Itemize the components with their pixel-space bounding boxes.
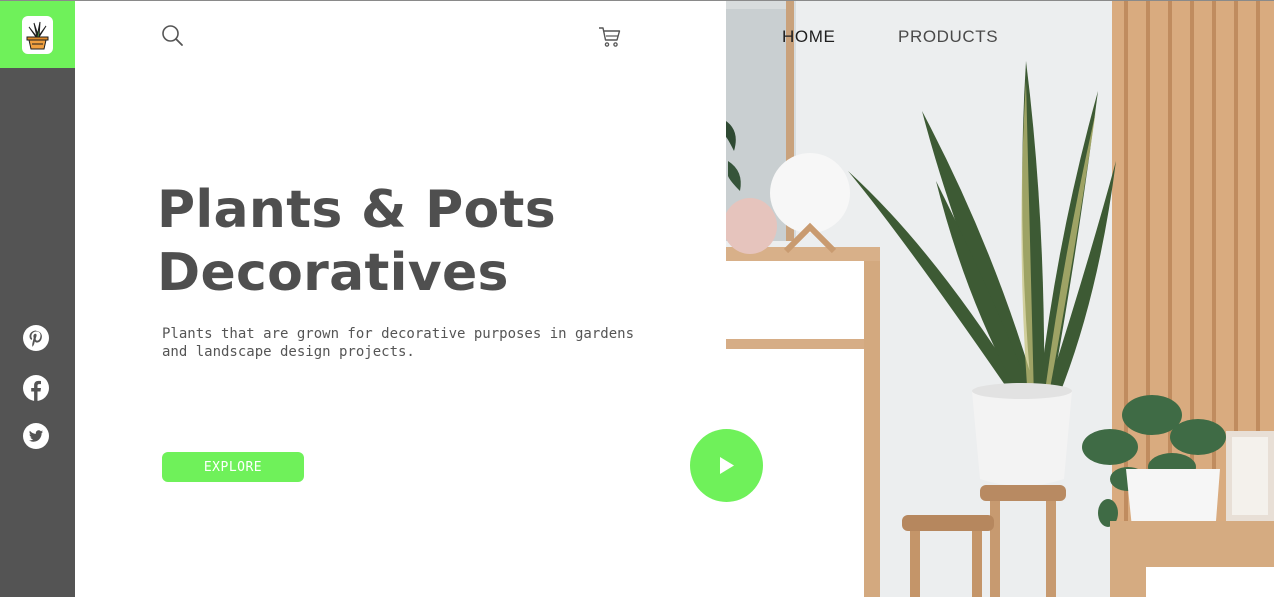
sidebar (0, 1, 75, 597)
search-icon (162, 25, 183, 46)
page: Plants & Pots Decoratives Plants that ar… (0, 0, 1274, 597)
play-icon (720, 457, 734, 474)
plants-photo-illustration (726, 1, 1274, 597)
hero-title: Plants & Pots Decoratives (157, 179, 677, 305)
cart-icon (599, 27, 621, 47)
cart-button[interactable] (597, 25, 623, 49)
nav-products[interactable]: PRODUCTS (898, 27, 998, 47)
hero-title-line-2: Decoratives (157, 243, 509, 303)
hero-description: Plants that are grown for decorative pur… (162, 326, 635, 360)
logo-block[interactable] (0, 1, 75, 68)
explore-button[interactable]: EXPLORE (162, 452, 304, 482)
facebook-icon (23, 375, 49, 401)
twitter-icon (23, 423, 49, 449)
twitter-link[interactable] (22, 422, 50, 450)
search-button[interactable] (160, 23, 186, 49)
facebook-link[interactable] (22, 374, 50, 402)
play-button[interactable] (690, 429, 763, 502)
potted-plant-icon (26, 21, 49, 50)
logo[interactable] (22, 16, 53, 54)
hero-photo (726, 1, 1274, 597)
pinterest-icon (23, 325, 49, 351)
hero-title-line-1: Plants & Pots (157, 180, 556, 240)
nav-home[interactable]: HOME (782, 27, 835, 47)
pinterest-link[interactable] (22, 324, 50, 352)
